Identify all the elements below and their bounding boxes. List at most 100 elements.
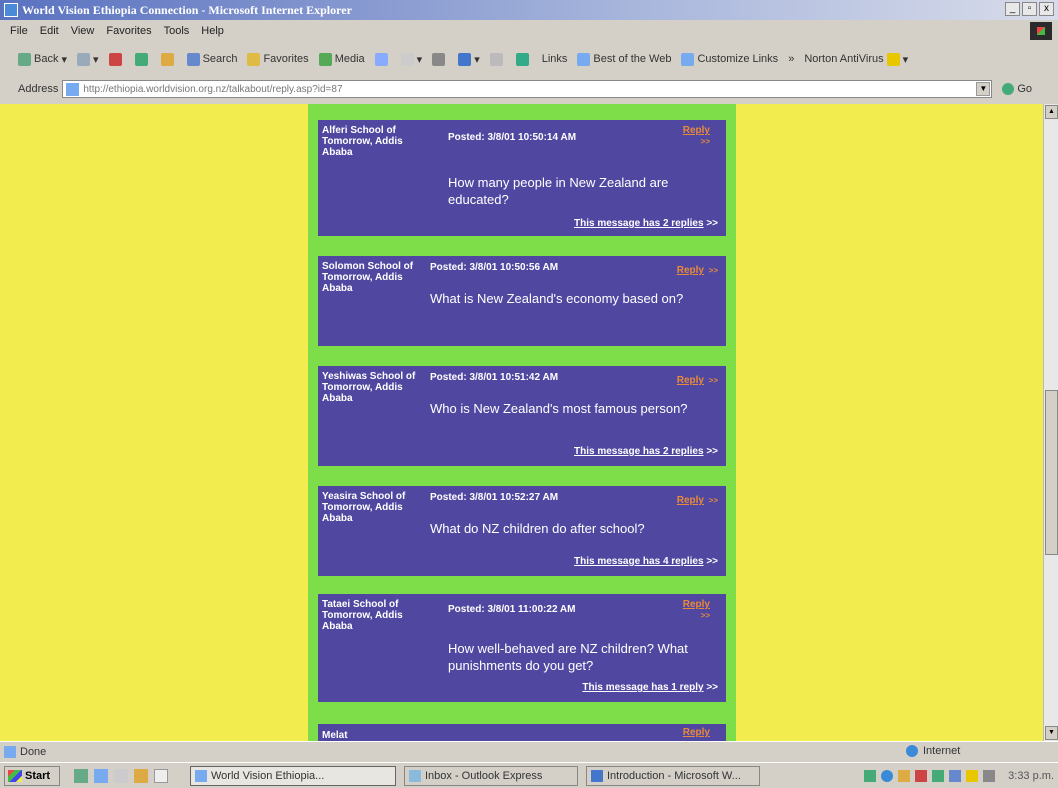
message-card: Yeshiwas School of Tomorrow, Addis Ababa… <box>318 366 726 466</box>
scroll-down-arrow-icon[interactable]: ▼ <box>1045 726 1058 740</box>
security-zone: Internet <box>906 745 960 757</box>
go-arrow-icon <box>1002 83 1015 95</box>
link-customize-links[interactable]: Customize Links <box>681 52 778 66</box>
address-input[interactable]: http://ethiopia.worldvision.org.nz/talka… <box>62 80 993 98</box>
message-question: How well-behaved are NZ children? What p… <box>448 641 688 673</box>
menu-help[interactable]: Help <box>201 25 224 37</box>
show-desktop-icon[interactable] <box>74 768 88 783</box>
page-icon <box>681 52 695 66</box>
menu-file[interactable]: File <box>10 25 28 37</box>
status-done: Done <box>4 745 46 758</box>
stop-button[interactable] <box>108 52 125 66</box>
menu-edit[interactable]: Edit <box>40 25 59 37</box>
home-button[interactable] <box>160 52 177 66</box>
back-arrow-icon <box>18 52 31 66</box>
start-button[interactable]: Start <box>4 765 60 786</box>
task-outlook[interactable]: Inbox - Outlook Express <box>404 765 578 786</box>
replies-link[interactable]: This message has 1 reply >> <box>582 682 718 693</box>
tray-icon[interactable] <box>864 770 877 782</box>
tray-icon[interactable] <box>881 770 894 782</box>
message-question: How many people in New Zealand are educa… <box>448 175 669 207</box>
page-content: Alferi School of Tomorrow, Addis Ababa P… <box>0 104 1043 741</box>
close-button[interactable]: x <box>1039 2 1054 16</box>
status-bar: Done Internet <box>0 741 1058 761</box>
favorites-icon <box>247 52 261 66</box>
message-question: Who is New Zealand's most famous person? <box>430 401 688 416</box>
refresh-button[interactable] <box>134 52 151 66</box>
menu-favorites[interactable]: Favorites <box>106 25 151 37</box>
task-label: World Vision Ethiopia... <box>211 769 325 782</box>
go-button[interactable]: Go <box>1002 83 1032 95</box>
home-icon <box>160 52 174 66</box>
vertical-scrollbar[interactable]: ▲ ▼ <box>1043 104 1058 741</box>
message-author: Solomon School of Tomorrow, Addis Ababa <box>322 261 414 294</box>
messenger-button[interactable] <box>515 52 532 66</box>
message-author: Yeasira School of Tomorrow, Addis Ababa <box>322 491 406 524</box>
task-world-vision[interactable]: World Vision Ethiopia... <box>190 765 396 786</box>
tray-icon[interactable] <box>915 770 928 782</box>
tray-icon[interactable] <box>966 770 979 782</box>
media-button[interactable]: Media <box>318 52 365 66</box>
favorites-button[interactable]: Favorites <box>247 52 309 66</box>
outlook-quicklaunch-icon[interactable] <box>114 768 128 783</box>
reply-link[interactable]: Reply <box>677 375 704 386</box>
replies-arrows: >> <box>706 218 718 229</box>
browser-window: World Vision Ethiopia Connection - Micro… <box>0 0 1058 788</box>
minimize-button[interactable]: _ <box>1005 2 1020 16</box>
windows-flag-icon <box>8 769 22 782</box>
history-button[interactable] <box>374 52 391 66</box>
forward-arrow-icon <box>77 52 91 66</box>
system-tray: 3:33 p.m. <box>864 766 1054 786</box>
task-label: Inbox - Outlook Express <box>425 769 543 782</box>
go-label: Go <box>1017 83 1033 95</box>
address-bar: Address http://ethiopia.worldvision.org.… <box>0 78 1058 100</box>
message-card: Tataei School of Tomorrow, Addis Ababa P… <box>318 594 726 702</box>
search-label: Search <box>202 53 238 65</box>
ie-icon <box>195 769 207 782</box>
scroll-thumb[interactable] <box>1045 390 1058 555</box>
discuss-icon <box>489 52 503 66</box>
scroll-up-arrow-icon[interactable]: ▲ <box>1045 105 1058 119</box>
page-icon <box>66 82 80 96</box>
menu-tools[interactable]: Tools <box>164 25 190 37</box>
edit-button[interactable]: ▾ <box>458 52 480 66</box>
quick-launch <box>74 768 168 783</box>
ie-quicklaunch-icon[interactable] <box>94 768 108 783</box>
task-word[interactable]: Introduction - Microsoft W... <box>586 765 760 786</box>
clock: 3:33 p.m. <box>1008 770 1054 782</box>
address-dropdown-icon[interactable]: ▼ <box>976 82 991 96</box>
tray-icon[interactable] <box>949 770 962 782</box>
toolbar-overflow-chevron[interactable]: » <box>788 53 794 65</box>
reply-link[interactable]: Reply <box>677 495 704 506</box>
reply-link[interactable]: Reply <box>677 265 704 276</box>
replies-link[interactable]: This message has 2 replies >> <box>574 446 718 457</box>
message-question: What do NZ children do after school? <box>430 521 645 536</box>
volume-icon[interactable] <box>983 770 996 782</box>
maximize-button[interactable]: ▫ <box>1022 2 1037 16</box>
forward-button[interactable]: ▾ <box>77 52 99 66</box>
reply-arrows: >> <box>700 137 710 146</box>
message-posted: Posted: 3/8/01 11:00:22 AM <box>448 604 576 615</box>
norton-antivirus-button[interactable]: Norton AntiVirus ▾ <box>804 52 908 66</box>
tray-icon[interactable] <box>898 770 911 782</box>
print-button[interactable] <box>432 52 448 66</box>
replies-link[interactable]: This message has 4 replies >> <box>574 556 718 567</box>
history-icon <box>374 52 388 66</box>
tray-icon[interactable] <box>932 770 945 782</box>
reply-link[interactable]: Reply <box>683 125 710 136</box>
link-best-of-web[interactable]: Best of the Web <box>577 52 671 66</box>
blank-quicklaunch-icon[interactable] <box>154 768 168 783</box>
menu-view[interactable]: View <box>71 25 95 37</box>
discuss-button[interactable] <box>489 52 506 66</box>
media-player-icon[interactable] <box>134 768 148 783</box>
back-button[interactable]: Back ▾ <box>18 52 67 66</box>
messenger-icon <box>515 52 529 66</box>
mail-button[interactable]: ▾ <box>400 52 422 66</box>
mail-icon <box>400 52 414 66</box>
replies-link[interactable]: This message has 2 replies >> <box>574 218 718 229</box>
reply-link[interactable]: Reply <box>683 599 710 610</box>
search-button[interactable]: Search <box>186 52 238 66</box>
reply-link[interactable]: Reply <box>683 727 710 738</box>
replies-arrows: >> <box>706 446 718 457</box>
window-title: World Vision Ethiopia Connection - Micro… <box>22 2 352 17</box>
